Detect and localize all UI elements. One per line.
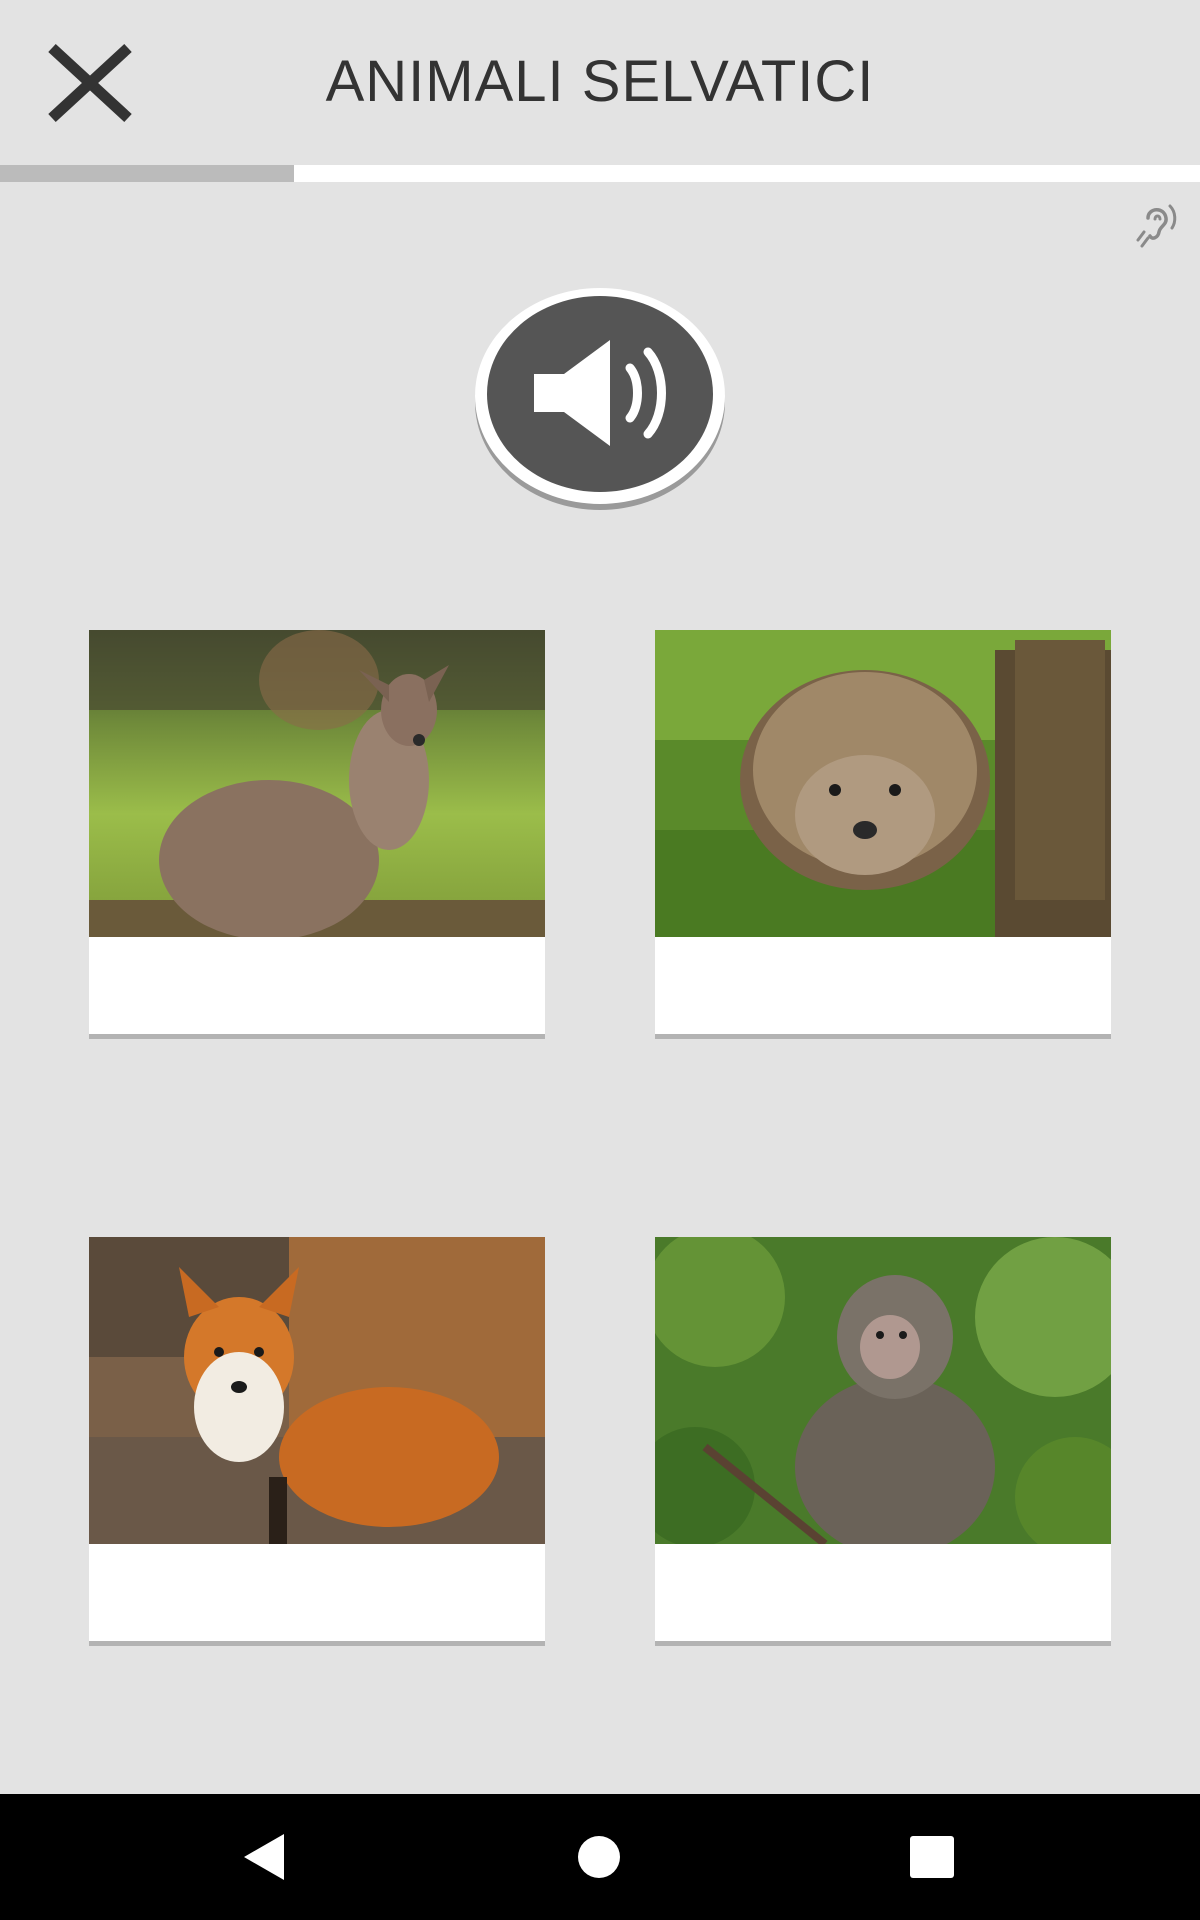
- system-navigation-bar: [0, 1794, 1200, 1920]
- home-icon: [578, 1836, 620, 1878]
- wallaby-photo: [89, 630, 545, 937]
- speaker-volume-icon: [475, 288, 725, 510]
- hedgehog-photo: [655, 630, 1111, 937]
- hearing-assist-icon: [1136, 204, 1177, 248]
- answer-card-hedgehog[interactable]: [655, 630, 1111, 1034]
- recents-icon: [910, 1836, 954, 1878]
- card-caption: [655, 937, 1111, 1034]
- nav-home-button[interactable]: [566, 1824, 632, 1890]
- hearing-assist-button[interactable]: [1130, 198, 1180, 248]
- app-header: ANIMALI SELVATICI: [0, 0, 1200, 165]
- macaque-photo: [655, 1237, 1111, 1544]
- answer-card-fox[interactable]: [89, 1237, 545, 1641]
- card-caption: [655, 1544, 1111, 1641]
- answer-card-wallaby[interactable]: [89, 630, 545, 1034]
- nav-recents-button[interactable]: [898, 1824, 964, 1890]
- card-caption: [89, 937, 545, 1034]
- page-title: ANIMALI SELVATICI: [325, 49, 875, 114]
- fox-photo: [89, 1237, 545, 1544]
- back-icon: [244, 1834, 284, 1880]
- answer-card-macaque[interactable]: [655, 1237, 1111, 1641]
- play-audio-button[interactable]: [472, 280, 728, 512]
- progress-bar-fill: [0, 165, 294, 182]
- card-caption: [89, 1544, 545, 1641]
- nav-back-button[interactable]: [232, 1824, 298, 1890]
- progress-bar: [0, 165, 1200, 182]
